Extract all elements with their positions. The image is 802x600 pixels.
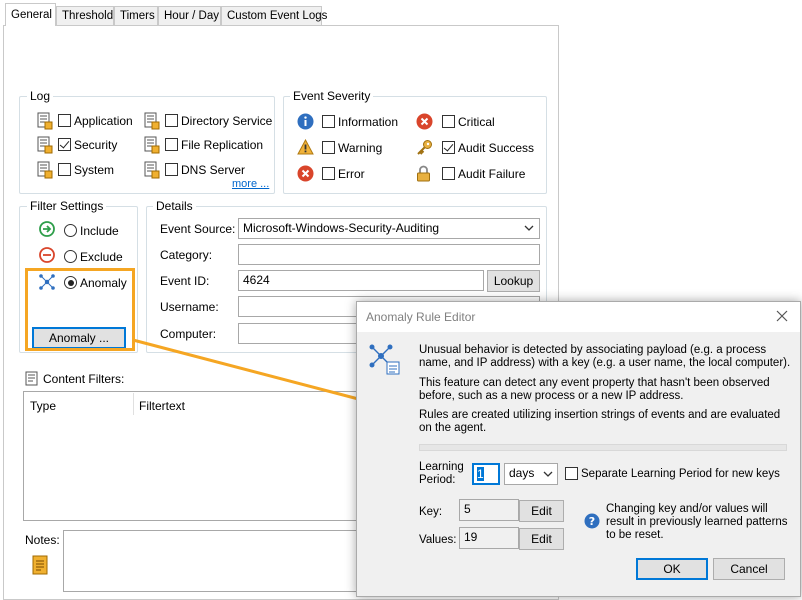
learning-period-value: 1 [477,467,484,481]
event-source-value: Microsoft-Windows-Security-Auditing [243,221,440,235]
learning-unit-value: days [509,466,535,480]
separate-learning-period-label: Separate Learning Period for new keys [581,468,780,480]
log-directory-service-label: Directory Service [181,114,273,128]
severity-critical-label: Critical [458,115,495,129]
log-group-title: Log [27,89,54,103]
filter-include-label: Include [80,224,119,238]
dialog-title: Anomaly Rule Editor [366,310,476,324]
category-input[interactable] [238,244,540,265]
severity-audit-success-label: Audit Success [458,141,535,155]
severity-error-label: Error [338,167,365,181]
key-label: Key: [419,506,443,518]
chevron-down-icon[interactable] [524,225,534,232]
column-header-type[interactable]: Type [30,399,56,413]
computer-label: Computer: [160,327,217,341]
cancel-button[interactable]: Cancel [713,558,785,580]
exclude-minus-icon [39,247,55,263]
details-title: Details [153,199,196,213]
event-severity-title: Event Severity [290,89,374,103]
help-icon: ? [584,513,600,529]
severity-critical-checkbox[interactable] [442,115,455,128]
content-filter-icon [25,371,38,386]
event-id-input[interactable]: 4624 [238,270,484,291]
separate-learning-period-checkbox[interactable] [565,467,578,480]
key-value-field: 5 [459,499,519,521]
category-label: Category: [160,248,213,262]
log-file-replication-label: File Replication [181,138,264,152]
severity-audit-failure-label: Audit Failure [458,167,526,181]
ok-button[interactable]: OK [636,558,708,580]
severity-information-label: Information [338,115,399,129]
log-dns-server-checkbox[interactable] [165,163,178,176]
values-label: Values: [419,534,457,546]
key-icon [417,140,432,155]
more-logs-link[interactable]: more ... [232,178,269,190]
tab-timers[interactable]: Timers [114,6,158,25]
notes-label: Notes: [25,533,60,547]
include-arrow-icon [39,221,55,237]
event-source-label: Event Source: [160,222,236,236]
severity-warning-label: Warning [338,141,383,155]
log-security-label: Security [74,138,118,152]
learning-period-label-line1: Learning [419,461,464,473]
filter-settings-title: Filter Settings [27,199,107,213]
dialog-description-2: This feature can detect any event proper… [419,377,770,402]
anomaly-highlight-box [25,268,135,351]
log-application-checkbox[interactable] [58,114,71,127]
filter-include-radio[interactable] [64,224,77,237]
chevron-down-icon[interactable] [543,471,553,478]
filter-exclude-label: Exclude [80,250,123,264]
log-application-label: Application [74,114,133,128]
error-icon [297,165,314,182]
event-source-select[interactable]: Microsoft-Windows-Security-Auditing [238,218,540,239]
lock-icon [417,165,430,182]
filter-exclude-radio[interactable] [64,250,77,263]
event-log-icon [144,136,160,154]
anomaly-network-icon [369,344,400,375]
event-log-icon [37,161,53,179]
warning-icon [297,139,314,155]
severity-warning-checkbox[interactable] [322,141,335,154]
dialog-description-1: Unusual behavior is detected by associat… [419,344,791,369]
content-filters-title: Content Filters: [43,372,125,386]
log-file-replication-checkbox[interactable] [165,138,178,151]
close-icon[interactable] [776,310,788,322]
values-edit-button[interactable]: Edit [519,528,564,550]
lookup-button[interactable]: Lookup [487,270,540,292]
tab-hour-day[interactable]: Hour / Day [158,6,221,25]
tab-custom-event-logs[interactable]: Custom Event Logs [221,6,327,25]
learning-period-label-line2: Period: [419,474,456,486]
event-log-icon [37,136,53,154]
learning-period-input[interactable]: 1 [472,463,500,485]
column-divider[interactable] [133,393,134,415]
key-edit-button[interactable]: Edit [519,500,564,522]
log-system-checkbox[interactable] [58,163,71,176]
username-label: Username: [160,300,219,314]
svg-text:?: ? [589,515,595,528]
log-security-checkbox[interactable] [58,138,71,151]
severity-error-checkbox[interactable] [322,167,335,180]
event-log-icon [37,112,53,130]
log-directory-service-checkbox[interactable] [165,114,178,127]
tab-general[interactable]: General [5,3,56,26]
notes-icon [32,555,48,575]
severity-audit-failure-checkbox[interactable] [442,167,455,180]
critical-icon [416,113,433,130]
event-log-icon [144,161,160,179]
severity-information-checkbox[interactable] [322,115,335,128]
progress-bar [419,444,787,451]
info-icon [297,113,314,130]
severity-audit-success-checkbox[interactable] [442,141,455,154]
log-system-label: System [74,163,115,177]
event-log-icon [144,112,160,130]
event-id-label: Event ID: [160,274,210,288]
anomaly-rule-editor-dialog: Anomaly Rule Editor Unusual behavior is … [356,301,801,597]
dialog-description-3: Rules are created utilizing insertion st… [419,409,781,434]
log-dns-server-label: DNS Server [181,163,246,177]
reset-warning-text: Changing key and/or values will result i… [606,503,788,541]
values-value-field: 19 [459,527,519,549]
tab-threshold[interactable]: Threshold [56,6,114,25]
column-header-filtertext[interactable]: Filtertext [139,399,185,413]
